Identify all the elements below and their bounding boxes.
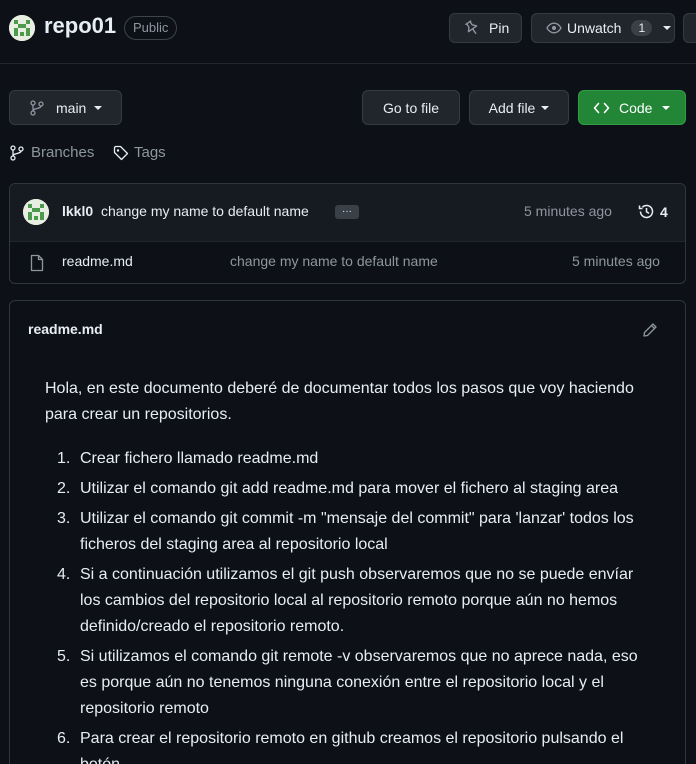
chevron-down-icon (663, 26, 672, 30)
readme-step: 2. Utilizar el comando git add readme.md … (45, 476, 655, 502)
tag-icon (113, 145, 129, 160)
pin-button[interactable]: Pin (449, 13, 522, 43)
branch-selector[interactable]: main (9, 90, 122, 125)
code-icon (593, 102, 610, 113)
commit-count: 4 (660, 203, 668, 220)
commit-history-link[interactable]: 4 (638, 203, 668, 220)
readme-step: 6. Para crear el repositorio remoto en gi… (45, 726, 655, 764)
readme-step: 5. Si utilizamos el comando git remote -v… (45, 644, 655, 722)
repo-name[interactable]: repo01 (44, 13, 116, 39)
git-branch-icon (30, 99, 44, 116)
step-number: 6. (57, 730, 71, 747)
step-text: Crear fichero llamado readme.md (80, 450, 319, 467)
go-to-file-label: Go to file (382, 99, 440, 116)
identicon-icon (23, 199, 49, 225)
step-text: Utilizar el comando git commit -m "mensa… (80, 510, 634, 553)
pencil-icon[interactable] (642, 322, 658, 338)
eye-icon (546, 22, 562, 34)
step-number: 5. (57, 648, 71, 665)
readme-steps: 1. Crear fichero llamado readme.md 2. Util… (45, 446, 655, 764)
step-number: 1. (57, 450, 71, 467)
step-number: 4. (57, 566, 71, 583)
branches-label: Branches (31, 144, 95, 161)
repo-owner-avatar[interactable] (9, 15, 35, 41)
watch-count: 1 (631, 20, 653, 36)
step-number: 3. (57, 510, 71, 527)
header-divider (0, 63, 696, 64)
code-button[interactable]: Code (578, 90, 686, 125)
step-number: 2. (57, 480, 71, 497)
step-text: Si utilizamos el comando git remote -v o… (80, 648, 638, 717)
readme-intro: Hola, en este documento deberé de docume… (45, 380, 634, 423)
git-branch-icon (10, 144, 24, 161)
branch-name: main (56, 99, 87, 116)
readme-step: 4. Si a continuación utilizamos el git pu… (45, 562, 655, 640)
tags-link[interactable]: Tags (113, 144, 166, 161)
code-label: Code (619, 99, 653, 116)
identicon-icon (9, 15, 35, 41)
step-text: Para crear el repositorio remoto en gith… (80, 730, 624, 764)
commit-time: 5 minutes ago (524, 203, 612, 219)
readme-title[interactable]: readme.md (28, 321, 103, 337)
unwatch-button[interactable]: Unwatch 1 (531, 13, 675, 43)
commit-message[interactable]: change my name to default name (101, 203, 309, 219)
file-icon (30, 254, 44, 272)
history-icon (638, 204, 654, 219)
go-to-file-button[interactable]: Go to file (362, 90, 460, 125)
add-file-button[interactable]: Add file (469, 90, 569, 125)
file-commit-time: 5 minutes ago (572, 253, 660, 269)
more-actions-button[interactable] (683, 13, 696, 43)
unwatch-label: Unwatch (567, 20, 622, 36)
commit-author[interactable]: lkkl0 (62, 203, 93, 219)
file-name[interactable]: readme.md (62, 253, 133, 269)
commit-expand-button[interactable]: ··· (335, 205, 359, 219)
tags-label: Tags (134, 144, 166, 161)
readme-step: 3. Utilizar el comando git commit -m "men… (45, 506, 655, 558)
commit-author-avatar[interactable] (23, 199, 49, 225)
visibility-badge: Public (124, 16, 178, 40)
chevron-down-icon (662, 105, 671, 110)
readme-content: Hola, en este documento deberé de docume… (45, 376, 655, 764)
pin-label: Pin (489, 20, 510, 36)
pin-icon (465, 20, 478, 35)
step-text: Si a continuación utilizamos el git push… (80, 566, 634, 635)
chevron-down-icon (94, 105, 103, 110)
add-file-label: Add file (488, 99, 536, 116)
readme-step: 1. Crear fichero llamado readme.md (45, 446, 655, 472)
branches-link[interactable]: Branches (10, 144, 94, 161)
step-text: Utilizar el comando git add readme.md pa… (80, 480, 619, 497)
file-commit-message[interactable]: change my name to default name (230, 253, 438, 269)
chevron-down-icon (541, 105, 550, 110)
